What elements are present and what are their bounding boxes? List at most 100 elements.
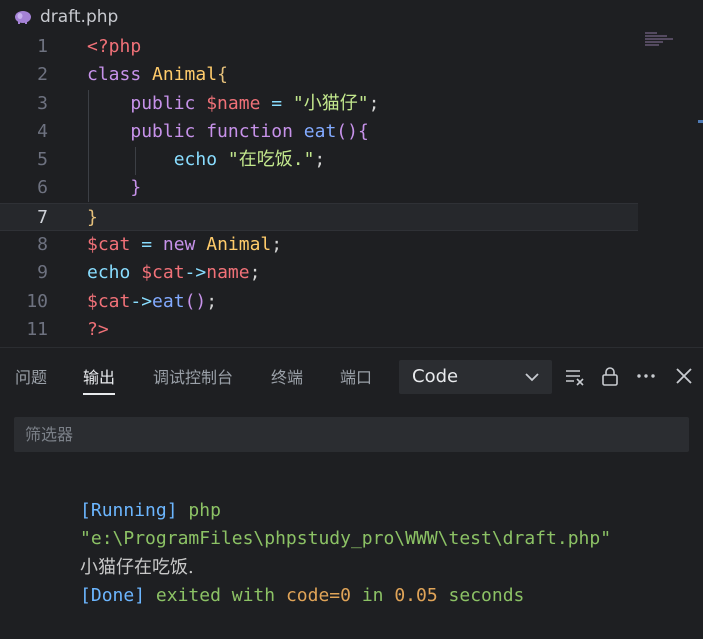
file-tab[interactable]: draft.php [14, 5, 118, 29]
code-line[interactable]: 9 echo $cat->name; [0, 259, 640, 287]
output-text: php [177, 499, 221, 521]
tab-terminal[interactable]: 终端 [271, 364, 303, 388]
done-tag: [Done] [80, 585, 146, 606]
tab-problems[interactable]: 问题 [15, 364, 47, 388]
line-number: 4 [37, 120, 48, 142]
code-token: Animal [152, 64, 218, 86]
code-text: $cat->eat(); [87, 288, 217, 316]
code-token: Animal [206, 234, 272, 256]
code-text: echo $cat->name; [87, 259, 260, 287]
code-token: $cat [87, 234, 131, 256]
line-number: 5 [37, 149, 48, 171]
line-number: 9 [37, 262, 48, 284]
output-line: [Running] php [15, 468, 611, 521]
code-line[interactable]: 7} [0, 202, 638, 232]
code-token: class [87, 64, 153, 86]
code-text: } [87, 204, 98, 232]
output-channel-select[interactable]: Code [399, 360, 552, 394]
code-line[interactable]: 3 public $name = "小猫仔"; [0, 90, 640, 118]
code-line[interactable]: 6 } [0, 174, 640, 202]
code-text: class Animal{ [87, 61, 228, 89]
exit-code: code=0 [285, 585, 351, 606]
code-token: } [130, 177, 142, 199]
code-token: name [206, 262, 250, 284]
output-log: [Running] php "e:\ProgramFiles\phpstudy_… [15, 468, 612, 607]
chevron-down-icon [525, 373, 539, 382]
code-token: <?php [87, 36, 142, 57]
code-line[interactable]: 1 <?php [0, 33, 640, 61]
code-token: "在吃饭." [227, 149, 315, 171]
line-number: 3 [37, 92, 48, 114]
tab-ports[interactable]: 端口 [340, 364, 372, 388]
code-text: echo "在吃饭."; [87, 146, 326, 174]
code-token: $name [206, 92, 261, 114]
code-token: ; [368, 92, 380, 114]
code-token: "小猫仔" [292, 92, 369, 114]
code-line[interactable]: 11 ?> [0, 316, 640, 344]
code-text: $cat = new Animal; [87, 231, 282, 259]
code-token: { [217, 64, 228, 86]
code-token: new [162, 234, 207, 256]
line-number: 10 [26, 290, 48, 312]
more-actions-icon[interactable] [635, 365, 657, 387]
code-token: eat [152, 290, 185, 312]
code-token: (){ [336, 120, 369, 142]
code-token: () [184, 290, 207, 312]
output-panel: 问题 输出 调试控制台 终端 端口 Code [Running [0, 347, 703, 607]
code-lines[interactable]: 1 <?php 2 class Animal{3 public $name = "小猫… [0, 33, 640, 344]
lock-icon[interactable] [599, 365, 621, 387]
code-token: public [130, 120, 207, 142]
code-token: ; [206, 290, 218, 312]
code-text: } [87, 174, 141, 202]
code-line[interactable]: 2 class Animal{ [0, 61, 640, 89]
code-token: echo [173, 149, 228, 171]
code-token: $cat [87, 290, 131, 312]
code-token: $cat [141, 262, 185, 284]
output-channel-value: Code [412, 366, 459, 387]
code-token: public [130, 92, 207, 114]
minimap[interactable] [645, 32, 675, 54]
filter-input[interactable] [14, 417, 689, 452]
code-text: <?php [87, 33, 141, 61]
tab-output[interactable]: 输出 [83, 364, 116, 395]
code-line[interactable]: 10 $cat->eat(); [0, 288, 640, 316]
code-token: ; [271, 234, 283, 256]
scrollbar-marker [698, 120, 703, 123]
file-name: draft.php [40, 7, 119, 27]
code-token: eat [303, 120, 337, 142]
code-token: } [87, 206, 98, 228]
line-number: 2 [37, 64, 48, 86]
code-token: echo [87, 262, 142, 284]
code-text: ?> [87, 316, 109, 344]
clear-output-icon[interactable] [564, 365, 586, 387]
code-text: public function eat(){ [87, 118, 369, 146]
elephant-php-icon [15, 11, 31, 24]
filter-box[interactable] [14, 417, 689, 452]
code-token: ; [314, 149, 326, 171]
duration-value: 0.05 [394, 585, 438, 606]
line-number: 7 [37, 206, 48, 228]
panel-tabs: 问题 输出 调试控制台 终端 端口 Code [0, 348, 703, 406]
output-text: exited with [145, 585, 286, 606]
code-line[interactable]: 5 echo "在吃饭."; [0, 146, 640, 174]
code-token: = [260, 92, 293, 114]
code-line[interactable]: 8 $cat = new Animal; [0, 231, 640, 259]
output-path: "e:\ProgramFiles\phpstudy_pro\WWW\test\d… [80, 528, 612, 549]
running-tag: [Running] [80, 499, 178, 521]
code-token: -> [184, 262, 207, 284]
tab-debug-console[interactable]: 调试控制台 [153, 364, 233, 388]
line-number: 8 [37, 234, 48, 256]
code-token: ?> [87, 318, 109, 340]
program-output: 小猫仔在吃饭. [80, 556, 194, 578]
code-token: function [206, 120, 304, 142]
editor-area[interactable]: draft.php 1 <?php 2 class Animal{3 public $… [0, 0, 703, 347]
code-line[interactable]: 4 public function eat(){ [0, 118, 640, 146]
line-number: 11 [26, 318, 48, 340]
close-icon[interactable] [673, 365, 695, 387]
line-number: 1 [37, 36, 48, 57]
code-text: public $name = "小猫仔"; [87, 90, 379, 118]
